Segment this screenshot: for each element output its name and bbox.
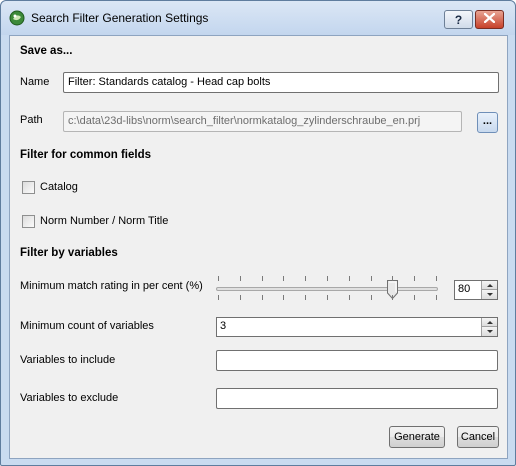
norm-checkbox[interactable] [22,215,35,228]
generate-button[interactable]: Generate [389,426,445,448]
save-as-heading: Save as... [20,45,73,57]
slider-tick-top [349,276,350,281]
arrow-down-icon [486,293,493,296]
ellipsis-icon: ... [482,114,493,127]
slider-tick-top [240,276,241,281]
spin-up-button[interactable] [482,281,497,290]
slider-tick-bottom [414,295,415,300]
catalog-checkbox[interactable] [22,181,35,194]
dialog-body: Save as... Name Filter: Standards catalo… [9,35,508,459]
cancel-button[interactable]: Cancel [457,426,499,448]
slider-tick-bottom [283,295,284,300]
slider-tick-top [392,276,393,281]
match-rating-value[interactable]: 80 [458,283,470,295]
close-button[interactable] [475,10,504,29]
match-rating-label: Minimum match rating in per cent (%) [20,280,203,292]
slider-tick-bottom [436,295,437,300]
title-bar[interactable]: Search Filter Generation Settings ? [1,1,515,35]
include-label: Variables to include [20,354,116,366]
norm-label[interactable]: Norm Number / Norm Title [40,215,168,227]
spin-down-button[interactable] [482,327,497,336]
slider-tick-top [305,276,306,281]
spin-down-button[interactable] [482,290,497,299]
slider-tick-top [327,276,328,281]
question-mark-icon: ? [454,12,463,27]
slider-tick-top [218,276,219,281]
slider-tick-bottom [218,295,219,300]
slider-tick-top [414,276,415,281]
arrow-down-icon [486,330,493,333]
slider-tick-bottom [349,295,350,300]
count-spinbox[interactable]: 3 [216,317,498,337]
slider-tick-bottom [392,295,393,300]
include-input[interactable] [216,350,498,371]
slider-tick-top [262,276,263,281]
slider-tick-top [371,276,372,281]
close-icon [483,12,496,26]
help-button[interactable]: ? [444,10,473,29]
arrow-up-icon [486,320,493,324]
slider-tick-bottom [305,295,306,300]
slider-tick-bottom [327,295,328,300]
slider-tick-top [436,276,437,281]
arrow-up-icon [486,283,493,287]
name-label: Name [20,76,50,88]
count-label: Minimum count of variables [20,320,154,332]
browse-button[interactable]: ... [477,112,498,133]
dialog-window: Search Filter Generation Settings ? Save… [0,0,516,466]
variables-heading: Filter by variables [20,247,118,259]
catalog-label[interactable]: Catalog [40,181,78,193]
slider-tick-bottom [240,295,241,300]
slider-tick-bottom [262,295,263,300]
path-input: c:\data\23d-libs\norm\search_filter\norm… [63,111,462,132]
count-value[interactable]: 3 [220,320,226,332]
match-rating-slider-track[interactable] [216,287,438,291]
window-title: Search Filter Generation Settings [31,11,209,25]
slider-tick-top [283,276,284,281]
spin-up-button[interactable] [482,318,497,327]
match-rating-spinbox[interactable]: 80 [454,280,498,300]
exclude-input[interactable] [216,388,498,409]
name-input[interactable]: Filter: Standards catalog - Head cap bol… [63,72,499,93]
exclude-label: Variables to exclude [20,392,119,404]
app-logo-icon [9,10,25,26]
common-fields-heading: Filter for common fields [20,149,151,161]
slider-tick-bottom [371,295,372,300]
path-label: Path [20,114,43,126]
